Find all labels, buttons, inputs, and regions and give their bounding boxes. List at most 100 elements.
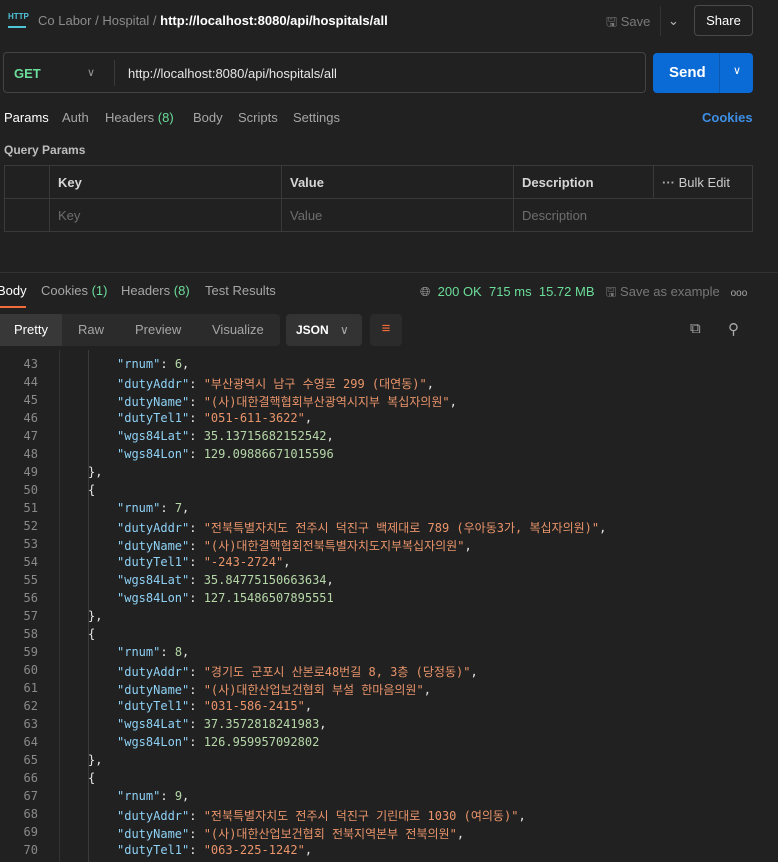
more-icon[interactable]: ··· <box>662 175 675 190</box>
json-value: "(사)대한산업보건협회 부설 한마음의원" <box>203 683 424 697</box>
save-example-button[interactable]: 🖫 Save as example <box>605 284 719 299</box>
json-value: "(사)대한산업보건협회 전북지역본부 전북의원" <box>203 827 457 841</box>
line-number: 67 <box>23 789 38 803</box>
view-raw[interactable]: Raw <box>78 314 104 346</box>
value-input[interactable]: Value <box>281 198 514 232</box>
view-visualize[interactable]: Visualize <box>212 314 264 346</box>
json-value: 9 <box>174 789 183 803</box>
send-chevron-down-icon[interactable]: ∨ <box>733 64 741 77</box>
punctuation: }, <box>88 609 103 623</box>
json-value: "-243-2724" <box>203 555 284 569</box>
json-key: "rnum" <box>117 357 161 371</box>
line-number: 46 <box>23 411 38 425</box>
share-button[interactable]: Share <box>694 5 753 36</box>
response-time[interactable]: 715 ms <box>489 284 532 299</box>
punctuation: , <box>449 395 457 409</box>
tab-settings[interactable]: Settings <box>293 110 340 125</box>
json-key: "wgs84Lat" <box>117 717 190 731</box>
punctuation: : <box>189 411 204 425</box>
punctuation: , <box>326 429 334 443</box>
line-number: 54 <box>23 555 38 569</box>
response-body-editor[interactable]: 43 "rnum": 6, 44 "dutyAddr": "부산광역시 남구 수영로 … <box>0 350 762 862</box>
globe-icon[interactable]: 🌐︎ <box>420 284 430 299</box>
chevron-down-icon: ∨ <box>340 323 349 337</box>
send-label: Send <box>669 64 706 81</box>
code-line: "dutyTel1": "063-225-1242", <box>117 843 312 857</box>
code-line: "wgs84Lon": 127.15486507895551 <box>117 591 334 605</box>
format-label: JSON <box>296 323 329 337</box>
view-pretty[interactable]: Pretty <box>0 314 62 346</box>
tab-label: Headers <box>105 110 155 125</box>
line-number: 60 <box>23 663 38 677</box>
code-line: }, <box>88 609 102 623</box>
method-select[interactable]: GET <box>14 66 41 81</box>
json-key: "wgs84Lat" <box>117 573 190 587</box>
bulk-edit-button[interactable]: Bulk Edit <box>679 175 730 190</box>
tab-response-headers[interactable]: Headers (8) <box>121 283 190 298</box>
punctuation: : <box>160 789 175 803</box>
save-button[interactable]: 🖫 Save <box>606 13 650 35</box>
tab-body[interactable]: Body <box>193 110 223 125</box>
code-line: "dutyTel1": "051-611-3622", <box>117 411 312 425</box>
headers-count: (8) <box>157 110 174 125</box>
save-dropdown-chevron-icon[interactable]: ⌄ <box>660 6 686 36</box>
punctuation: : <box>189 735 204 749</box>
line-number: 51 <box>23 501 38 515</box>
punctuation: , <box>456 827 465 841</box>
punctuation: { <box>88 627 96 641</box>
tab-response-body[interactable]: Body <box>0 283 27 298</box>
json-value: 35.84775150663634 <box>203 573 327 587</box>
json-value: 126.959957092802 <box>203 735 320 749</box>
punctuation: : <box>189 521 204 535</box>
punctuation: , <box>464 539 472 553</box>
format-select[interactable]: JSON ∨ <box>286 314 362 346</box>
punctuation: : <box>189 429 204 443</box>
method-chevron-down-icon[interactable]: ∨ <box>87 66 95 79</box>
search-icon[interactable]: ⚲ <box>728 320 739 338</box>
http-request-icon: HTTP <box>8 12 29 28</box>
response-size[interactable]: 15.72 MB <box>539 284 595 299</box>
json-value: "051-611-3622" <box>203 411 305 425</box>
tab-auth[interactable]: Auth <box>62 110 89 125</box>
divider <box>114 60 115 86</box>
code-line: }, <box>88 753 102 767</box>
tab-headers[interactable]: Headers (8) <box>105 110 174 125</box>
punctuation: , <box>304 843 313 857</box>
tab-scripts[interactable]: Scripts <box>238 110 278 125</box>
code-line: "dutyName": "(사)대한산업보건협회 전북지역본부 전북의원", <box>117 825 464 842</box>
view-preview[interactable]: Preview <box>135 314 181 346</box>
checkbox-cell <box>4 198 50 232</box>
cookies-link[interactable]: Cookies <box>702 110 753 125</box>
code-line: { <box>88 627 95 641</box>
json-value: "경기도 군포시 산본로48번길 8, 3층 (당정동)" <box>203 665 471 679</box>
line-number: 62 <box>23 699 38 713</box>
key-input[interactable]: Key <box>49 198 282 232</box>
tab-response-cookies[interactable]: Cookies (1) <box>41 283 107 298</box>
description-input[interactable]: Description <box>513 198 753 232</box>
status-code[interactable]: 200 OK <box>438 284 482 299</box>
breadcrumb-collection[interactable]: Hospital <box>102 13 149 28</box>
line-number: 52 <box>23 519 38 533</box>
url-input[interactable]: http://localhost:8080/api/hospitals/all <box>128 66 337 81</box>
line-number: 58 <box>23 627 38 641</box>
wrap-lines-icon[interactable]: ≡ <box>370 314 402 346</box>
punctuation: : <box>189 665 204 679</box>
more-options-icon[interactable]: ooo <box>731 288 748 299</box>
view-mode-tabs: Pretty Raw Preview Visualize <box>0 314 280 346</box>
line-number: 70 <box>23 843 38 857</box>
headers-count: (8) <box>173 283 190 298</box>
json-value: 37.3572818241983 <box>203 717 320 731</box>
breadcrumb-workspace[interactable]: Co Labor <box>38 13 91 28</box>
send-button[interactable]: Send ∨ <box>653 53 753 93</box>
indent-guide <box>88 350 89 862</box>
request-title[interactable]: http://localhost:8080/api/hospitals/all <box>160 13 388 28</box>
line-number: 47 <box>23 429 38 443</box>
json-key: "dutyAddr" <box>117 377 190 391</box>
copy-icon[interactable]: ⧉ <box>690 320 701 337</box>
tab-test-results[interactable]: Test Results <box>205 283 276 298</box>
tab-params[interactable]: Params <box>4 110 49 125</box>
json-key: "dutyTel1" <box>117 843 190 857</box>
punctuation: , <box>182 789 190 803</box>
code-line: "rnum": 6, <box>117 357 189 371</box>
code-line: }, <box>88 465 102 479</box>
